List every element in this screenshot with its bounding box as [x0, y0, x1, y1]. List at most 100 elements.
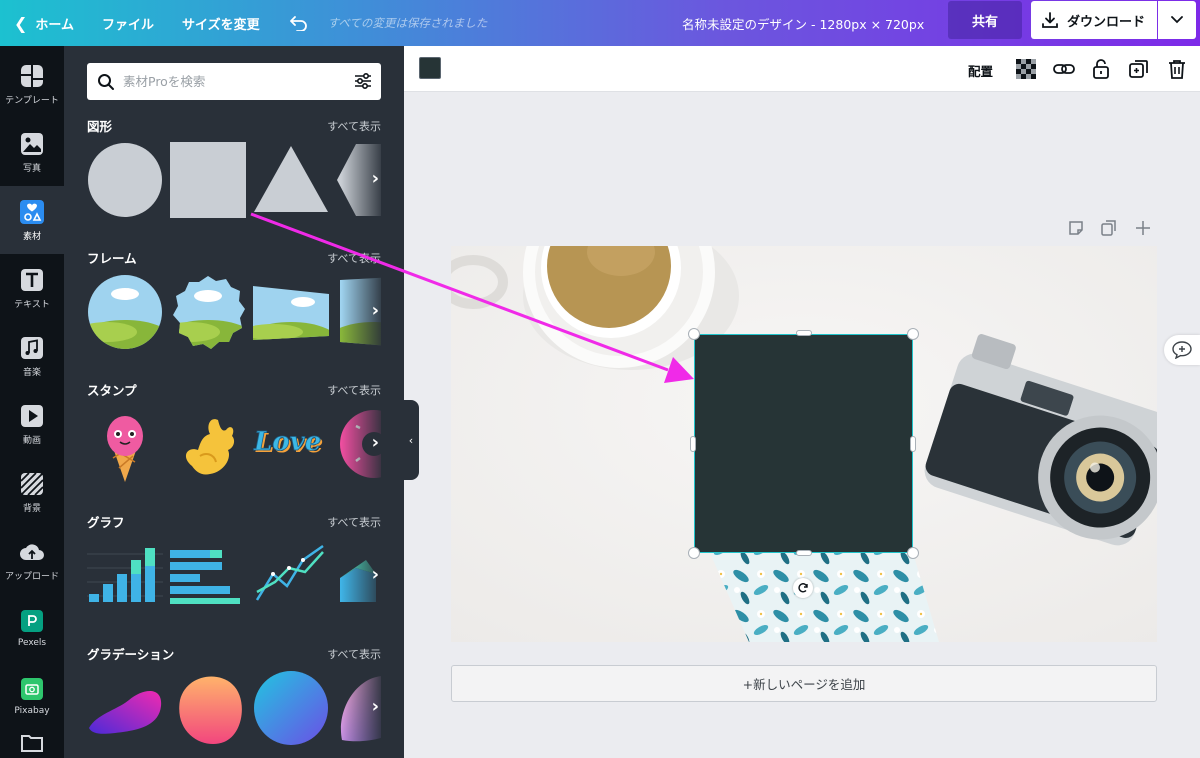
- rail-item-music[interactable]: 音楽: [0, 322, 64, 390]
- editor-toolbar: 配置: [404, 46, 1200, 92]
- elements-panel: 図形 すべて表示 › フレーム すべて表示 › スタンプ すべて表示: [64, 46, 404, 758]
- stickers-row: Love Love ›: [87, 406, 381, 482]
- rail-item-folder[interactable]: [0, 730, 64, 758]
- search-icon: [98, 73, 114, 90]
- download-icon: [1042, 12, 1058, 28]
- ice-cream-sticker[interactable]: [87, 406, 163, 482]
- resize-handle-bottom-left[interactable]: [688, 547, 700, 559]
- undo-icon[interactable]: [274, 0, 324, 46]
- text-icon: [19, 267, 45, 293]
- collapse-panel-button[interactable]: ‹: [403, 400, 419, 480]
- chevron-right-icon[interactable]: ›: [372, 432, 379, 453]
- home-button[interactable]: ❮ ホーム: [0, 0, 88, 46]
- pexels-icon: [19, 608, 45, 634]
- gradient-blob-purple[interactable]: [87, 670, 163, 746]
- scalloped-frame[interactable]: [170, 274, 246, 350]
- color-swatch[interactable]: [419, 57, 441, 79]
- duplicate-icon[interactable]: [1127, 57, 1151, 81]
- gradient-circle-blue[interactable]: [253, 670, 329, 746]
- chevron-right-icon[interactable]: ›: [372, 168, 379, 189]
- resize-menu[interactable]: サイズを変更: [168, 0, 274, 46]
- section-title-gradients: グラデーション: [87, 647, 175, 662]
- section-title-stickers: スタンプ: [87, 383, 137, 398]
- resize-handle-top[interactable]: [796, 330, 812, 336]
- left-rail: テンプレート 写真 素材 テキスト 音楽 動画 背景 アップロード Pexels…: [0, 46, 64, 758]
- pixabay-icon: [19, 676, 45, 702]
- search-box[interactable]: [87, 63, 381, 100]
- resize-handle-bottom[interactable]: [796, 550, 812, 556]
- photo-icon: [19, 131, 45, 157]
- see-all-shapes[interactable]: すべて表示: [327, 118, 381, 134]
- bar-chart-thumb[interactable]: [87, 538, 163, 614]
- transparency-icon[interactable]: [1014, 57, 1038, 81]
- line-chart-thumb[interactable]: [253, 538, 329, 614]
- see-all-stickers[interactable]: すべて表示: [327, 382, 381, 398]
- gradients-row: ›: [87, 670, 381, 746]
- see-all-frames[interactable]: すべて表示: [327, 250, 381, 266]
- rail-item-photos[interactable]: 写真: [0, 118, 64, 186]
- rail-item-text[interactable]: テキスト: [0, 254, 64, 322]
- shapes-row: ›: [87, 142, 381, 218]
- see-all-gradients[interactable]: すべて表示: [327, 646, 381, 662]
- lock-icon[interactable]: [1089, 57, 1113, 81]
- chevron-left-icon: ❮: [14, 13, 28, 33]
- resize-handle-top-left[interactable]: [688, 328, 700, 340]
- upload-icon: [19, 539, 45, 565]
- charts-row: ›: [87, 538, 381, 614]
- horizontal-bar-chart-thumb[interactable]: [170, 538, 246, 614]
- rail-item-background[interactable]: 背景: [0, 458, 64, 526]
- add-page-button[interactable]: +新しいページを追加: [451, 665, 1157, 702]
- rotate-handle-icon[interactable]: [793, 578, 813, 598]
- add-page-plus-icon[interactable]: [1133, 218, 1153, 238]
- love-sticker[interactable]: Love Love: [253, 406, 329, 482]
- rail-item-pexels[interactable]: Pexels: [0, 594, 64, 662]
- circle-shape[interactable]: [87, 142, 163, 218]
- resize-handle-top-right[interactable]: [907, 328, 919, 340]
- design-title[interactable]: 名称未設定のデザイン - 1280px × 720px: [682, 0, 924, 46]
- circle-frame[interactable]: [87, 274, 163, 350]
- link-icon[interactable]: [1052, 57, 1076, 81]
- rail-item-templates[interactable]: テンプレート: [0, 50, 64, 118]
- share-button[interactable]: 共有: [948, 1, 1022, 39]
- gradient-blob-peach[interactable]: [170, 670, 246, 746]
- trash-icon[interactable]: [1165, 57, 1189, 81]
- arrange-button[interactable]: 配置: [968, 61, 993, 80]
- note-icon[interactable]: [1066, 218, 1086, 238]
- selected-rectangle[interactable]: [694, 334, 913, 553]
- chevron-down-icon: [1171, 16, 1183, 24]
- resize-handle-right[interactable]: [910, 436, 916, 452]
- see-all-charts[interactable]: すべて表示: [327, 514, 381, 530]
- rail-item-video[interactable]: 動画: [0, 390, 64, 458]
- folder-icon: [19, 730, 45, 754]
- chevron-right-icon[interactable]: ›: [372, 696, 379, 717]
- chevron-right-icon[interactable]: ›: [372, 564, 379, 585]
- rail-item-upload[interactable]: アップロード: [0, 526, 64, 594]
- rail-item-elements[interactable]: 素材: [0, 186, 64, 254]
- save-status: すべての変更は保存されました: [327, 16, 488, 30]
- top-bar: ❮ ホーム ファイル サイズを変更 すべての変更は保存されました 名称未設定のデ…: [0, 0, 1200, 46]
- download-button[interactable]: ダウンロード: [1031, 1, 1157, 39]
- elements-icon: [19, 199, 45, 225]
- music-icon: [19, 335, 45, 361]
- section-title-charts: グラフ: [87, 515, 125, 530]
- perspective-frame[interactable]: [253, 274, 329, 350]
- duplicate-page-icon[interactable]: [1099, 218, 1119, 238]
- resize-handle-bottom-right[interactable]: [907, 547, 919, 559]
- download-options-button[interactable]: [1158, 1, 1196, 39]
- section-title-frames: フレーム: [87, 251, 137, 266]
- file-menu[interactable]: ファイル: [88, 0, 168, 46]
- section-title-shapes: 図形: [87, 119, 113, 134]
- rail-item-pixabay[interactable]: Pixabay: [0, 662, 64, 730]
- template-icon: [19, 63, 45, 89]
- resize-handle-left[interactable]: [690, 436, 696, 452]
- background-icon: [19, 471, 45, 497]
- filter-icon[interactable]: [353, 71, 373, 95]
- search-input[interactable]: [123, 74, 333, 89]
- hand-sticker[interactable]: [170, 406, 246, 482]
- love-sticker-text: Love: [253, 427, 321, 457]
- comment-icon[interactable]: [1164, 335, 1200, 365]
- square-shape[interactable]: [170, 142, 246, 218]
- chevron-right-icon[interactable]: ›: [372, 300, 379, 321]
- video-icon: [19, 403, 45, 429]
- triangle-shape[interactable]: [253, 142, 329, 218]
